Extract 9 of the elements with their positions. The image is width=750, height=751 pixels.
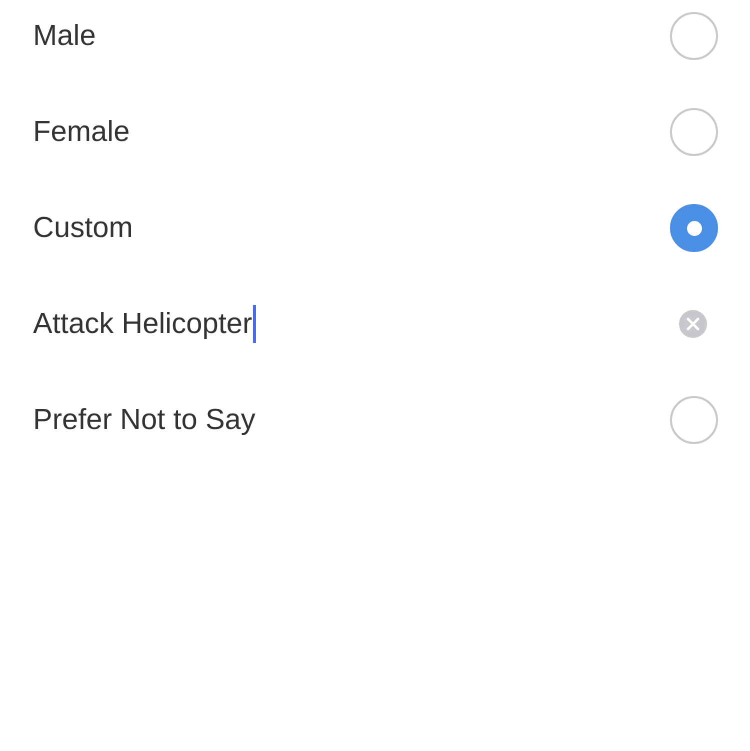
option-label: Female (33, 116, 130, 148)
radio-button[interactable] (670, 12, 718, 60)
option-label: Custom (33, 212, 133, 244)
option-label: Male (33, 20, 96, 52)
clear-icon[interactable] (679, 310, 707, 338)
radio-button[interactable] (670, 204, 718, 252)
radio-button[interactable] (670, 108, 718, 156)
radio-button[interactable] (670, 396, 718, 444)
option-label: Prefer Not to Say (33, 404, 256, 436)
